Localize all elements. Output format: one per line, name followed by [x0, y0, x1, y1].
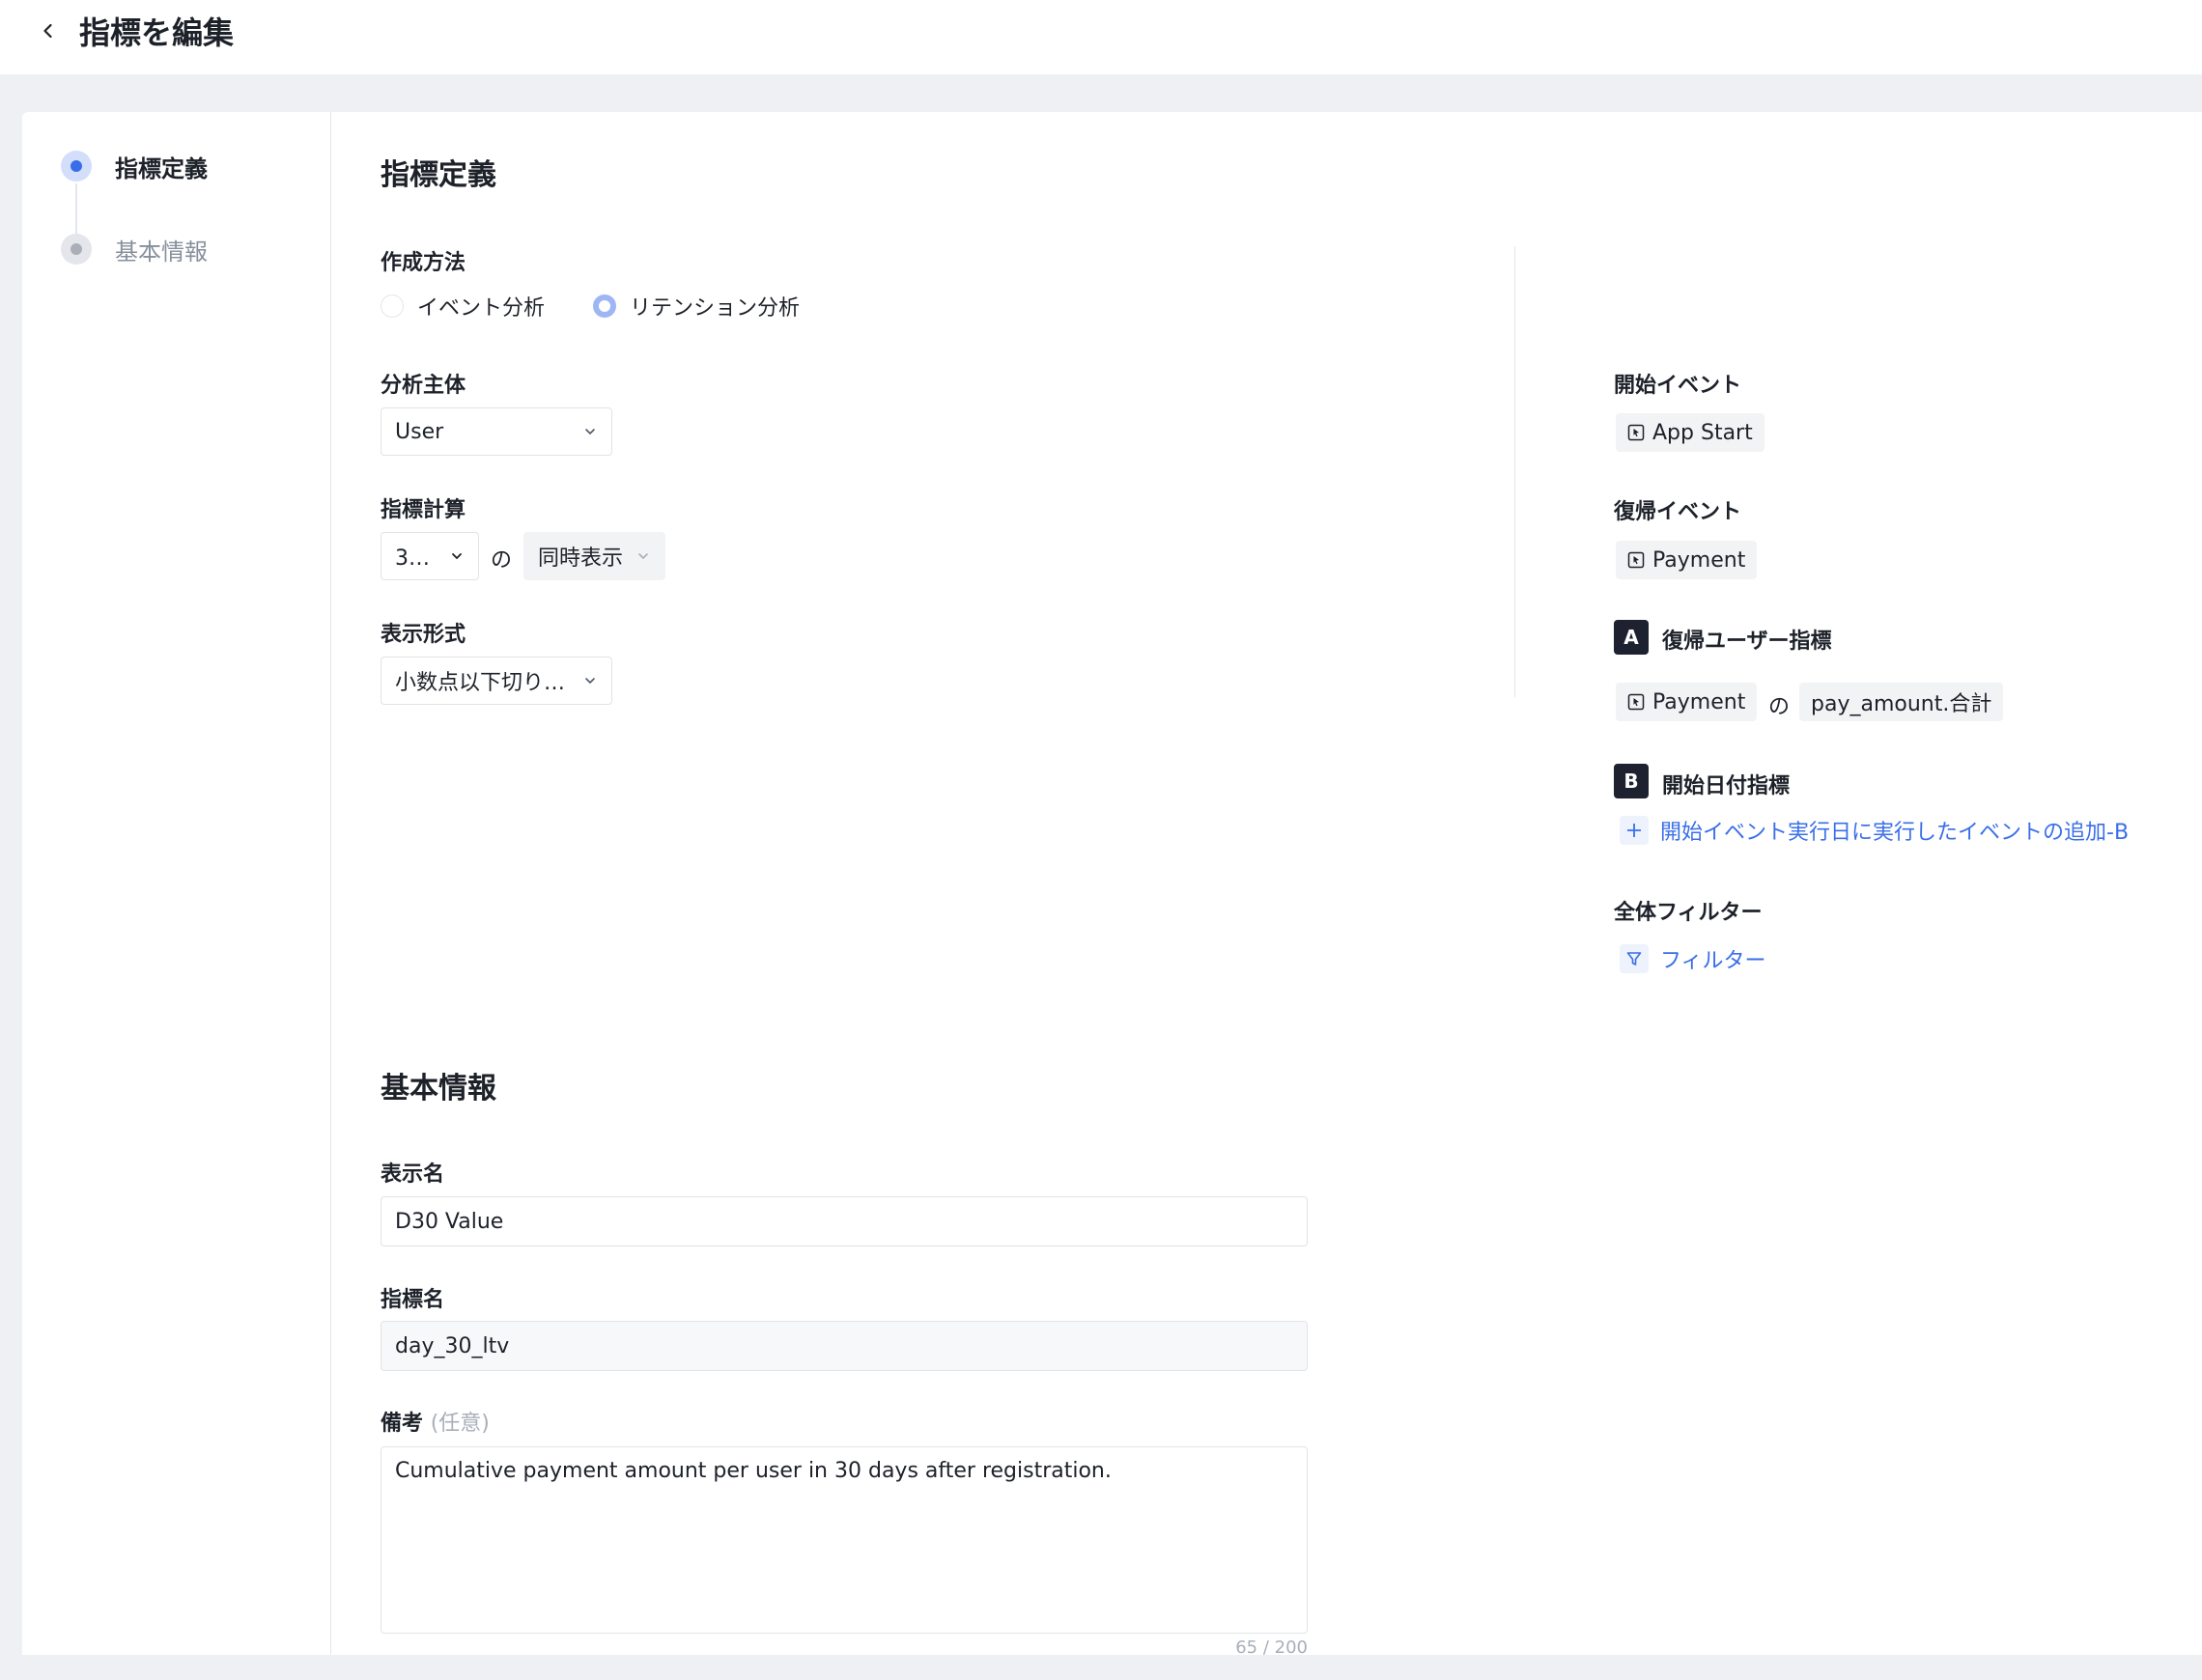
radio-label: リテンション分析 — [630, 296, 801, 321]
return-event-tag[interactable]: Payment — [1616, 541, 1758, 579]
return-event-label: 復帰イベント — [1614, 500, 1742, 524]
step-label: 基本情報 — [115, 238, 208, 266]
metric-name-label: 指標名 — [381, 1288, 445, 1312]
step-inactive-dot-icon — [61, 234, 92, 265]
metric-a-event-tag[interactable]: Payment — [1616, 683, 1758, 721]
days-value: 31日 — [395, 546, 441, 571]
radio-event-analysis[interactable]: イベント分析 — [381, 291, 545, 322]
metric-a-property-tag[interactable]: pay_amount.合計 — [1799, 683, 2004, 721]
creation-method-radio-group: イベント分析 リテンション分析 — [381, 291, 848, 322]
chevron-left-icon[interactable] — [37, 19, 60, 42]
start-event-label: 開始イベント — [1614, 374, 1742, 398]
return-event-name: Payment — [1652, 547, 1746, 573]
metric-name-value: day_30_ltv — [395, 1333, 510, 1358]
radio-unchecked-icon — [381, 294, 404, 318]
metric-a-badge: A — [1614, 620, 1649, 655]
filter-link-label: フィルター — [1660, 949, 1766, 973]
display-name-input[interactable]: D30 Value — [381, 1196, 1308, 1246]
section-title-definition: 指標定義 — [381, 158, 496, 192]
chevron-down-icon — [452, 553, 462, 560]
top-bar: 指標を編集 — [0, 0, 2202, 74]
event-icon — [1627, 551, 1645, 569]
step-navigation: 指標定義 基本情報 — [22, 112, 331, 1655]
start-event-tag[interactable]: App Start — [1616, 413, 1764, 452]
notes-label: 備考 (任意) — [381, 1406, 490, 1437]
start-event-name: App Start — [1652, 420, 1753, 445]
metric-a-property: pay_amount.合計 — [1811, 692, 1992, 716]
notes-textarea[interactable]: Cumulative payment amount per user in 30… — [381, 1446, 1308, 1634]
display-name-label: 表示名 — [381, 1162, 445, 1187]
chevron-down-icon — [585, 678, 595, 685]
notes-optional: (任意) — [430, 1412, 490, 1436]
display-mode-value: 同時表示 — [538, 546, 624, 571]
metric-a-label: 復帰ユーザー指標 — [1662, 630, 1832, 654]
radio-retention-analysis[interactable]: リテンション分析 — [593, 291, 800, 322]
metric-b-badge: B — [1614, 764, 1649, 798]
filter-icon — [1620, 944, 1649, 973]
add-start-day-event-label: 開始イベント実行日に実行したイベントの追加-B — [1660, 821, 2130, 845]
display-name-value: D30 Value — [395, 1209, 504, 1234]
event-icon — [1627, 424, 1645, 441]
radio-label: イベント分析 — [417, 296, 546, 321]
chevron-down-icon — [638, 553, 648, 560]
display-format-value: 小数点以下切り… — [395, 671, 566, 695]
step-label: 指標定義 — [115, 154, 208, 182]
notes-value: Cumulative payment amount per user in 30… — [395, 1459, 1112, 1483]
page-title: 指標を編集 — [79, 14, 235, 51]
subject-select[interactable]: User — [381, 407, 612, 456]
add-start-day-event-link[interactable]: 開始イベント実行日に実行したイベントの追加-B — [1620, 815, 2129, 846]
step-active-dot-icon — [61, 151, 92, 182]
notes-label-text: 備考 — [381, 1412, 424, 1436]
global-filter-label: 全体フィルター — [1614, 901, 1763, 925]
editor-card: 指標定義 基本情報 指標定義 作成方法 イベント分析 リテンション分析 分析主体… — [22, 112, 2202, 1658]
plus-icon — [1620, 816, 1649, 845]
subject-label: 分析主体 — [381, 374, 466, 398]
metric-name-input[interactable]: day_30_ltv — [381, 1321, 1308, 1371]
notes-char-counter: 65 / 200 — [1235, 1638, 1308, 1658]
event-icon — [1627, 693, 1645, 711]
display-format-label: 表示形式 — [381, 623, 466, 647]
radio-checked-icon — [593, 294, 617, 318]
calc-label: 指標計算 — [381, 498, 466, 522]
vertical-divider — [1514, 246, 1515, 697]
chevron-down-icon — [585, 429, 595, 435]
display-mode-select[interactable]: 同時表示 — [523, 532, 665, 580]
creation-method-label: 作成方法 — [381, 251, 466, 275]
metric-a-connector: の — [1768, 695, 1791, 719]
filter-link[interactable]: フィルター — [1620, 943, 1766, 974]
section-title-basic: 基本情報 — [381, 1072, 496, 1106]
metric-a-event-name: Payment — [1652, 689, 1746, 714]
step-definition[interactable]: 指標定義 — [61, 147, 208, 185]
days-select[interactable]: 31日 — [381, 532, 479, 580]
calc-connector: の — [491, 548, 513, 573]
display-format-select[interactable]: 小数点以下切り… — [381, 657, 612, 705]
metric-b-label: 開始日付指標 — [1662, 774, 1791, 798]
step-basic-info[interactable]: 基本情報 — [61, 230, 208, 268]
subject-value: User — [395, 419, 444, 444]
